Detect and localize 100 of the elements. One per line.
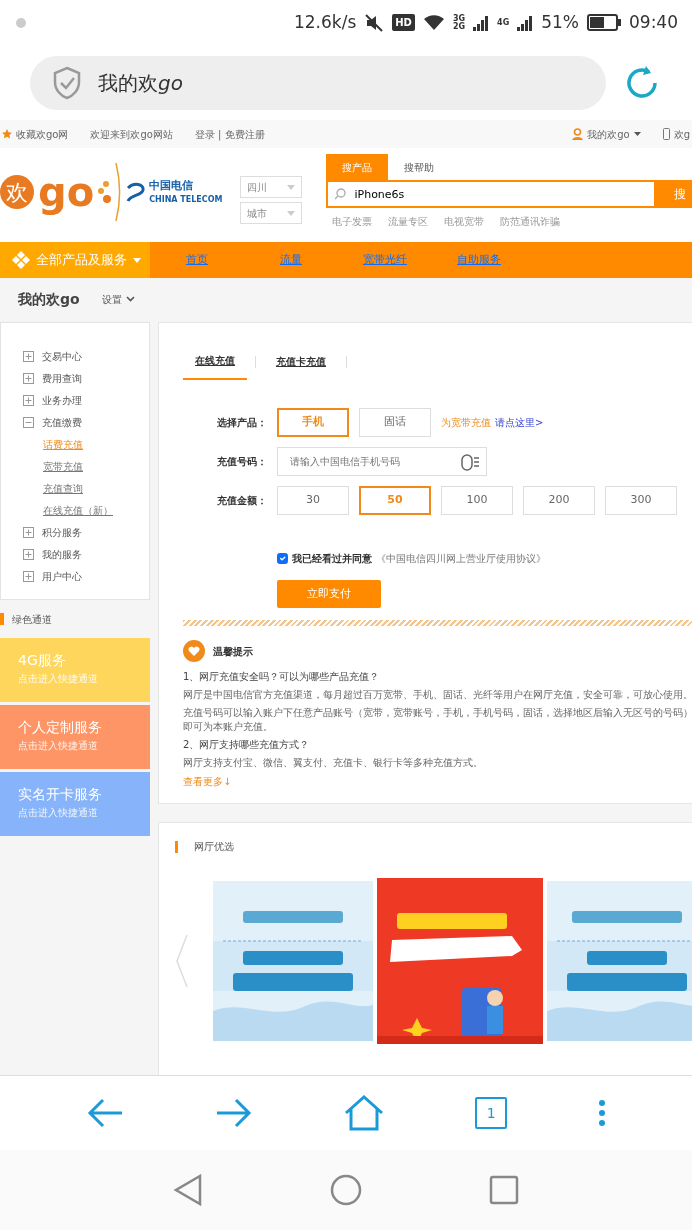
partner-name-en: CHINA TELECOM <box>149 194 223 207</box>
home-icon[interactable] <box>343 1095 384 1131</box>
amount-option[interactable]: 30 <box>277 486 349 515</box>
expand-icon[interactable] <box>23 350 34 362</box>
more-link[interactable]: 查看更多↓ <box>183 776 232 787</box>
caret-icon <box>133 257 141 263</box>
notification-icon <box>14 15 28 30</box>
phone-number-box[interactable]: 请输入中国电信手机号码 <box>277 447 487 476</box>
faq-question: 1、网厅充值安全吗？可以为哪些产品充值？ <box>183 670 381 684</box>
sidebar-item[interactable]: 充值缴费 <box>42 414 82 430</box>
expand-icon[interactable] <box>23 394 34 406</box>
product-option[interactable]: 手机 <box>277 408 349 437</box>
amount-option[interactable]: 50 <box>359 486 431 515</box>
broadband-note: 为宽带充值 <box>441 416 491 430</box>
home-icon[interactable] <box>329 1173 363 1207</box>
recharge-tab[interactable]: 充值卡充值 <box>264 344 338 379</box>
back-icon[interactable] <box>173 1174 203 1206</box>
tile-title: 个人定制服务 <box>18 718 103 737</box>
hot-link[interactable]: 防范通讯诈骗 <box>500 214 561 229</box>
caret-icon <box>287 210 296 216</box>
forward-icon[interactable] <box>214 1097 253 1129</box>
hot-link[interactable]: 流量专区 <box>388 214 429 229</box>
agreement-link[interactable]: 《中国电信四川网上营业厅使用协议》 <box>376 551 546 566</box>
faq-question: 2、网厅支持哪些充值方式？ <box>183 738 311 752</box>
broadband-link[interactable]: 请点这里> <box>495 415 544 430</box>
recents-icon[interactable] <box>489 1175 519 1205</box>
section-heading: 绿色通道 <box>12 612 52 627</box>
signal-icon <box>517 14 534 31</box>
recharge-tab[interactable]: 在线充值 <box>183 343 247 380</box>
tabs-button[interactable]: 1 <box>475 1097 508 1129</box>
sidebar-item[interactable]: 积分服务 <box>42 524 82 540</box>
phone-icon <box>662 128 670 140</box>
sidebar-subitem[interactable]: 话费充值 <box>23 433 149 455</box>
region-select[interactable]: 城市 <box>240 202 303 224</box>
expand-icon[interactable] <box>23 372 34 384</box>
network-speed: 12.6k/s <box>293 10 357 34</box>
amount-option[interactable]: 100 <box>441 486 513 515</box>
chevron-down-icon <box>125 296 135 302</box>
hot-link[interactable]: 电子发票 <box>332 214 373 229</box>
agree-checkbox[interactable] <box>277 553 288 564</box>
product-option[interactable]: 固话 <box>359 408 431 437</box>
caret-icon <box>287 184 296 190</box>
more-icon[interactable] <box>598 1099 607 1127</box>
hot-link[interactable]: 电视宽带 <box>444 214 485 229</box>
section-heading: 网厅优选 <box>194 840 234 854</box>
clock: 09:40 <box>629 10 678 34</box>
mobile-link[interactable]: 欢g <box>673 126 690 142</box>
search-icon <box>334 188 347 200</box>
tile-subtitle: 点击进入快捷通道 <box>18 672 99 686</box>
top-link[interactable]: 登录 | 免费注册 <box>194 126 265 142</box>
sidebar-item[interactable]: 费用查询 <box>42 370 82 386</box>
region-select[interactable]: 四川 <box>240 176 303 198</box>
tile-subtitle: 点击进入快捷通道 <box>18 806 99 820</box>
sidebar-subitem[interactable]: 宽带充值 <box>23 455 149 477</box>
wifi-icon <box>422 14 445 31</box>
star-icon <box>2 129 12 139</box>
collapse-icon[interactable] <box>23 416 34 428</box>
agree-text: 我已经看过并同意 <box>292 552 372 566</box>
network-label: 2G <box>452 22 466 31</box>
sidebar-subitem[interactable]: 在线充值（新） <box>23 499 149 521</box>
sidebar-item[interactable]: 用户中心 <box>42 568 82 584</box>
caret-icon <box>633 132 641 136</box>
network-label: 4G <box>497 18 510 27</box>
divider-curve-icon <box>115 162 122 222</box>
field-label: 充值号码： <box>216 455 267 469</box>
sidebar-subitem[interactable]: 充值查询 <box>23 477 149 499</box>
top-link[interactable]: 收藏欢go网 <box>16 126 69 142</box>
contacts-icon[interactable] <box>460 451 480 472</box>
expand-icon[interactable] <box>23 526 34 538</box>
top-link[interactable]: 欢迎来到欢go网站 <box>90 126 173 142</box>
tile-title: 4G服务 <box>18 651 67 670</box>
account-link[interactable]: 我的欢go <box>587 126 630 142</box>
user-icon <box>572 128 584 140</box>
amount-option[interactable]: 300 <box>605 486 677 515</box>
tile-title: 实名开卡服务 <box>18 785 103 804</box>
diamond-grid-icon <box>12 251 30 269</box>
hd-badge: HD <box>392 14 415 31</box>
expand-icon[interactable] <box>23 548 34 560</box>
amount-option[interactable]: 200 <box>523 486 595 515</box>
back-icon[interactable] <box>85 1097 124 1129</box>
sidebar-item[interactable]: 交易中心 <box>42 348 82 364</box>
sidebar-item[interactable]: 我的服务 <box>42 546 82 562</box>
faq-answer: 网厅是中国电信官方充值渠道，每月超过百万宽带、手机、固话、光纤等用户在网厅充值，安全可靠，可放心使用。 <box>183 688 692 702</box>
telecom-logo-icon <box>125 182 146 202</box>
section-title: 我的欢go <box>18 289 80 309</box>
field-label: 充值金额： <box>216 494 267 508</box>
expand-icon[interactable] <box>23 570 34 582</box>
page-title: 我的欢go <box>98 69 183 97</box>
faq-answer: 网厅支持支付宝、微信、翼支付、充值卡、银行卡等多种充值方式。 <box>183 756 484 770</box>
sidebar-item[interactable]: 业务办理 <box>42 392 82 408</box>
logo-mark: 欢 <box>0 175 34 209</box>
address-bar[interactable]: 我的欢go <box>30 55 606 110</box>
logo-dots-icon <box>98 181 112 203</box>
mute-icon <box>364 13 385 32</box>
network-label: 3G <box>452 14 466 23</box>
partner-name: 中国电信 <box>149 177 195 194</box>
tips-title: 温馨提示 <box>213 644 253 659</box>
settings-link[interactable]: 设置 <box>101 291 122 307</box>
search-tab[interactable]: 搜帮助 <box>388 154 451 180</box>
search-box[interactable]: iPhone6s <box>326 180 657 208</box>
